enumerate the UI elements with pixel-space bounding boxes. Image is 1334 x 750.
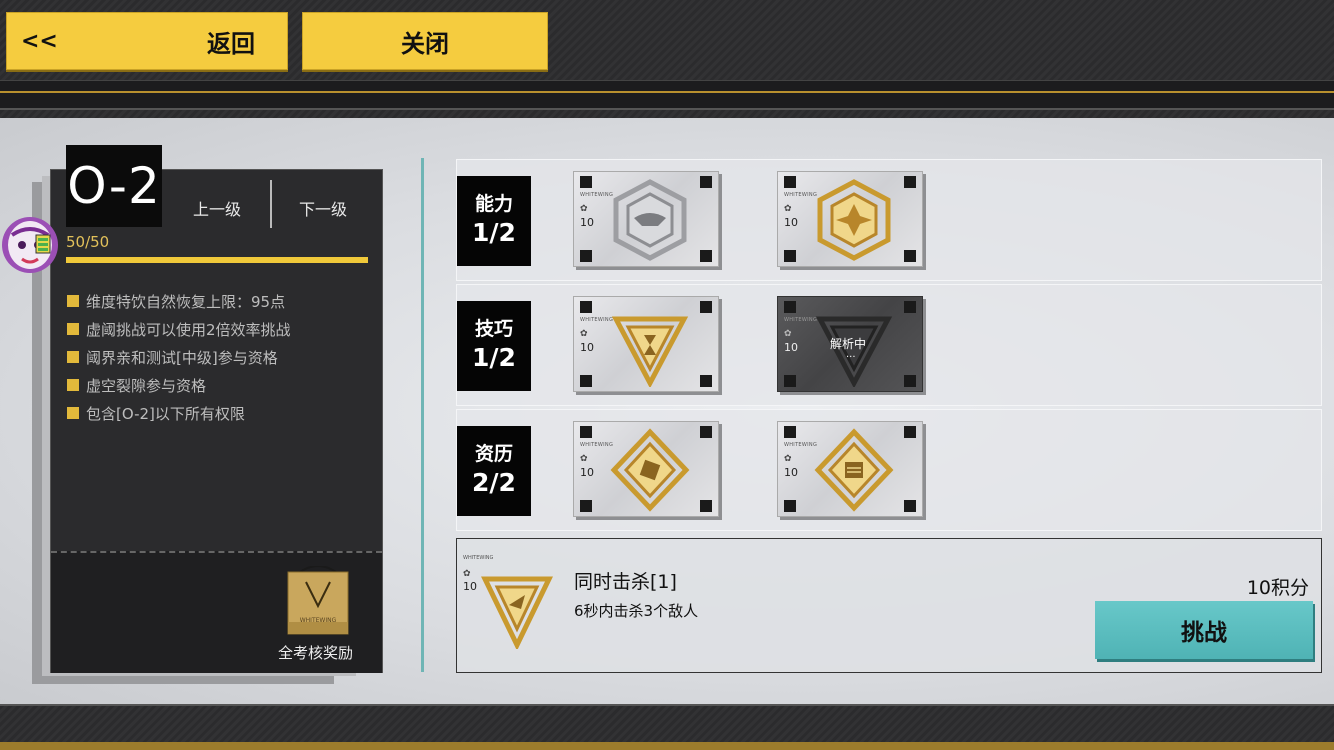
card-brand: WHITEWING: [784, 192, 818, 198]
back-arrow-icon: <<: [21, 28, 58, 54]
perk-text: 阈界亲和测试[中级]参与资格: [86, 348, 278, 367]
badge-card[interactable]: WHITEWING ✿ 10: [573, 421, 719, 517]
top-gold-line: [0, 91, 1334, 93]
row-label-seniority: 资历 2/2: [457, 426, 531, 516]
challenge-button[interactable]: 挑战: [1095, 601, 1313, 659]
analyzing-dots: ...: [846, 349, 856, 360]
row-count: 2/2: [472, 468, 516, 497]
card-brand: WHITEWING: [784, 317, 818, 323]
card-points: 10: [580, 341, 594, 354]
level-divider: [270, 180, 272, 228]
points-icon: ✿: [784, 329, 792, 339]
challenge-title: 同时击杀[1]: [574, 571, 677, 593]
gold-hexagon-emblem-icon: [817, 179, 891, 261]
badge-card[interactable]: WHITEWING ✿ 10: [573, 296, 719, 392]
next-level-button[interactable]: 下一级: [299, 196, 347, 220]
points-icon: ✿: [580, 329, 588, 339]
badge-card[interactable]: WHITEWING ✿ 10: [777, 171, 923, 267]
locked-badge-card[interactable]: WHITEWING ✿ 10 解析中 ...: [777, 296, 923, 392]
divider-line: [421, 158, 424, 672]
top-bar: << 返回 关闭: [0, 0, 1334, 118]
card-brand: WHITEWING: [784, 442, 818, 448]
perk-text: 虚阈挑战可以使用2倍效率挑战: [86, 320, 291, 339]
row-name: 技巧: [474, 318, 513, 340]
row-name: 能力: [474, 193, 513, 215]
progress-fill: [66, 257, 368, 263]
row-label-skill: 技巧 1/2: [457, 301, 531, 391]
bullet-icon: [67, 323, 79, 335]
points-icon: ✿: [463, 569, 471, 579]
perk-item: 虚阈挑战可以使用2倍效率挑战: [67, 315, 367, 343]
bottom-bar: [0, 704, 1334, 750]
back-button[interactable]: << 返回: [6, 12, 288, 70]
challenge-panel: WHITEWING ✿ 10 同时击杀[1] 6秒内击杀3个敌人 10积分 挑战: [456, 538, 1322, 673]
back-button-label: 返回: [207, 29, 255, 58]
challenge-brand: WHITEWING: [463, 555, 494, 561]
card-points: 10: [784, 466, 798, 479]
points-icon: ✿: [784, 204, 792, 214]
perk-item: 阈界亲和测试[中级]参与资格: [67, 343, 367, 371]
points-icon: ✿: [580, 204, 588, 214]
gold-triangle-emblem-icon: [481, 576, 553, 649]
row-count: 1/2: [472, 218, 516, 247]
gold-diamond-emblem-icon: [814, 428, 894, 512]
silver-hexagon-emblem-icon: [613, 179, 687, 261]
progress-text: 50/50: [66, 233, 110, 251]
card-points: 10: [580, 466, 594, 479]
badge-card[interactable]: WHITEWING ✿ 10: [777, 421, 923, 517]
rank-title: O-2: [66, 145, 162, 227]
bullet-icon: [67, 379, 79, 391]
perk-text: 虚空裂隙参与资格: [86, 376, 207, 395]
challenge-button-label: 挑战: [1181, 620, 1227, 646]
perk-item: 虚空裂隙参与资格: [67, 371, 367, 399]
card-points: 10: [580, 216, 594, 229]
challenge-points: 10: [463, 580, 477, 593]
card-brand: WHITEWING: [580, 442, 614, 448]
top-band: [0, 80, 1334, 110]
gold-triangle-emblem-icon: [611, 316, 689, 387]
card-brand: WHITEWING: [580, 317, 614, 323]
perk-item: 维度特饮自然恢复上限：95点: [67, 287, 367, 315]
mascot-avatar-icon: [2, 217, 58, 273]
card-points: 10: [784, 341, 798, 354]
bullet-icon: [67, 351, 79, 363]
close-button[interactable]: 关闭: [302, 12, 548, 70]
card-brand: WHITEWING: [580, 192, 614, 198]
bullet-icon: [67, 407, 79, 419]
gold-diamond-emblem-icon: [610, 428, 690, 512]
previous-level-button[interactable]: 上一级: [193, 196, 241, 220]
reward-bag-icon[interactable]: WHITEWING: [286, 566, 350, 636]
challenge-score: 10积分: [1246, 577, 1309, 599]
reward-label[interactable]: 全考核奖励: [278, 642, 353, 663]
close-button-label: 关闭: [401, 29, 449, 58]
bullet-icon: [67, 295, 79, 307]
row-label-ability: 能力 1/2: [457, 176, 531, 266]
progress-bar: [66, 257, 368, 263]
row-name: 资历: [474, 443, 513, 465]
perk-text: 包含[O-2]以下所有权限: [86, 404, 245, 423]
row-count: 1/2: [472, 343, 516, 372]
badge-card[interactable]: WHITEWING ✿ 10: [573, 171, 719, 267]
perk-item: 包含[O-2]以下所有权限: [67, 399, 367, 427]
points-icon: ✿: [784, 454, 792, 464]
card-points: 10: [784, 216, 798, 229]
svg-text:WHITEWING: WHITEWING: [300, 617, 337, 624]
challenge-description: 6秒内击杀3个敌人: [574, 602, 699, 620]
points-icon: ✿: [580, 454, 588, 464]
perk-list: 维度特饮自然恢复上限：95点 虚阈挑战可以使用2倍效率挑战 阈界亲和测试[中级]…: [67, 287, 367, 427]
bottom-gold-line: [0, 742, 1334, 750]
perk-text: 维度特饮自然恢复上限：95点: [86, 292, 286, 311]
